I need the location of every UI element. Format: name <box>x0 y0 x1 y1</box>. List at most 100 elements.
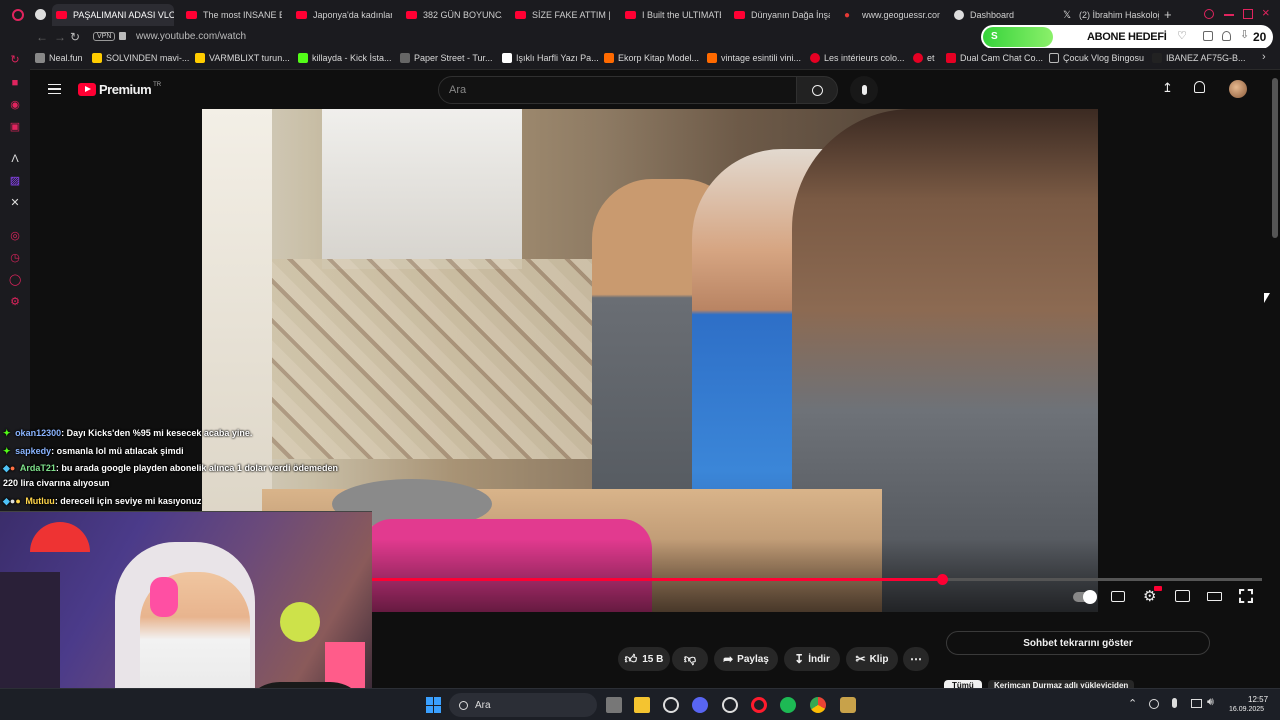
tab-7[interactable]: ● www.geoguessr.com <box>840 4 940 26</box>
tab-1[interactable]: The most INSANE B <box>182 4 282 26</box>
tab-search-right-icon[interactable] <box>1204 9 1214 19</box>
video-scrubber-handle[interactable] <box>936 574 948 585</box>
more-actions-button[interactable]: ⋯ <box>903 647 929 671</box>
task-view-icon[interactable] <box>606 697 622 713</box>
x-icon[interactable]: ✕ <box>9 197 21 209</box>
show-chat-replay-button[interactable]: Sohbet tekrarını göster <box>946 631 1210 655</box>
chat-icon[interactable]: ◯ <box>9 274 21 286</box>
kick-icon[interactable]: Λ <box>9 153 21 165</box>
tray-icon[interactable] <box>1149 699 1159 709</box>
clip-button[interactable]: ✂ Klip <box>846 647 898 671</box>
menu-icon[interactable] <box>48 84 61 94</box>
bookmark-0[interactable]: Neal.fun <box>35 53 83 63</box>
bookmark-1[interactable]: SOLVINDEN mavi-... <box>92 53 189 63</box>
volume-icon[interactable]: 🔊︎ <box>1207 696 1214 709</box>
bookmark-8[interactable]: Les intérieurs colo... <box>810 53 905 63</box>
youtube-header: Premium TR Ara ↥ <box>30 70 1272 108</box>
download-icon[interactable]: ⇩ <box>1240 28 1249 41</box>
forward-icon[interactable]: → <box>54 30 66 44</box>
windows-start-icon[interactable] <box>426 697 442 713</box>
clock-icon[interactable]: ◷ <box>9 252 21 264</box>
dislike-button[interactable]: 👎︎ <box>672 647 708 671</box>
miniplayer-icon[interactable] <box>1175 590 1190 602</box>
like-button[interactable]: 👍︎ 15 B <box>618 647 670 671</box>
fullscreen-icon[interactable] <box>1239 589 1253 603</box>
app-icon[interactable] <box>840 697 856 713</box>
file-explorer-icon[interactable] <box>634 697 650 713</box>
profile-icon[interactable] <box>1222 31 1231 41</box>
vpn-badge[interactable]: VPN <box>93 32 116 41</box>
obs-icon[interactable] <box>663 697 679 713</box>
tab-0[interactable]: PAŞALIMANI ADASI VLOG <box>52 4 174 26</box>
video-progress-bar[interactable] <box>372 574 1262 585</box>
bookmark-7[interactable]: vintage esintili vini... <box>707 53 801 63</box>
tab-6[interactable]: Dünyanın Dağa İnşa <box>730 4 830 26</box>
maximize-icon[interactable] <box>1243 9 1253 19</box>
messenger-icon[interactable]: ◉ <box>9 99 21 111</box>
bookmark-11[interactable]: Çocuk Vlog Bingosu <box>1049 53 1144 63</box>
chrome-icon[interactable] <box>810 697 826 713</box>
new-tab-icon[interactable]: + <box>1164 7 1172 22</box>
search-input[interactable]: Ara <box>438 76 798 104</box>
browser-logo-icon[interactable] <box>12 9 24 21</box>
chat-text: : bu arada google playden abonelik alınc… <box>55 463 338 473</box>
github-icon[interactable] <box>722 697 738 713</box>
opera-icon[interactable] <box>751 697 767 713</box>
theater-mode-icon[interactable] <box>1207 592 1222 601</box>
bookmark-2[interactable]: VARMBLIXT turun... <box>195 53 290 63</box>
bookmark-icon <box>502 53 512 63</box>
tab-3[interactable]: 382 GÜN BOYUNCA <box>402 4 502 26</box>
tab-4[interactable]: SİZE FAKE ATTIM | S <box>511 4 611 26</box>
bookmark-5[interactable]: Işıklı Harfli Yazı Pa... <box>502 53 599 63</box>
tab-5[interactable]: I Built the ULTIMATE <box>621 4 721 26</box>
bookmark-9[interactable]: et <box>913 53 935 63</box>
notifications-bell-icon[interactable] <box>1194 81 1205 93</box>
download-button[interactable]: ↧ İndir <box>784 647 840 671</box>
minimize-icon[interactable] <box>1224 14 1234 16</box>
tab-9[interactable]: 𝕏 (2) İbrahim Haskoloğ <box>1059 4 1159 26</box>
chat-badge-icon: ● <box>15 496 21 506</box>
bookmark-4[interactable]: Paper Street - Tur... <box>400 53 493 63</box>
spotify-icon[interactable] <box>780 697 796 713</box>
share-button[interactable]: ➦ Paylaş <box>714 647 778 671</box>
settings-icon[interactable]: ⚙ <box>9 296 21 308</box>
tab-8[interactable]: Dashboard <box>950 4 1050 26</box>
tray-chevron-icon[interactable]: ⌃ <box>1128 697 1137 710</box>
voice-search-button[interactable] <box>850 76 878 104</box>
extension-icon[interactable] <box>1203 31 1213 41</box>
history-icon[interactable]: ↻ <box>9 54 21 66</box>
subtitles-icon[interactable] <box>1111 591 1125 602</box>
bookmark-6[interactable]: Ekorp Kitap Model... <box>604 53 699 63</box>
page-scrollbar[interactable] <box>1272 78 1278 238</box>
url-field[interactable]: www.youtube.com/watch <box>136 31 246 42</box>
clock-date[interactable]: 16.09.2025 <box>1229 706 1264 713</box>
avatar[interactable] <box>1229 80 1247 98</box>
autoplay-toggle[interactable] <box>1073 590 1097 604</box>
bookmark-12[interactable]: IBANEZ AF75G-B... <box>1152 53 1246 63</box>
scissors-icon: ✂ <box>855 652 866 666</box>
twitch-icon[interactable]: ▨ <box>9 175 21 187</box>
upload-icon[interactable]: ↥ <box>1162 80 1173 96</box>
discord-icon[interactable] <box>692 697 708 713</box>
microphone-tray-icon[interactable] <box>1172 698 1177 708</box>
chat-message: ◆●● Mutluu: dereceli için seviye mi kası… <box>3 496 201 507</box>
tab-2[interactable]: Japonya'da kadınlar <box>292 4 392 26</box>
close-icon[interactable]: × <box>1262 5 1270 20</box>
taskbar-search[interactable]: Ara <box>449 693 597 717</box>
reload-icon[interactable]: ↻ <box>70 30 80 44</box>
back-icon[interactable]: ← <box>36 30 48 44</box>
bookmarks-more-icon[interactable]: › <box>1262 51 1266 63</box>
bookmark-3[interactable]: killayda - Kick İsta... <box>298 53 392 63</box>
heart-icon[interactable]: ♡ <box>1177 29 1187 42</box>
music-icon[interactable]: ◎ <box>9 230 21 242</box>
bookmark-icon <box>1152 53 1162 63</box>
bookmark-10[interactable]: Dual Cam Chat Co... <box>946 53 1043 63</box>
wallet-icon[interactable]: ■ <box>9 77 21 89</box>
clock-time[interactable]: 12:57 <box>1248 695 1268 704</box>
youtube-logo[interactable]: Premium TR <box>78 82 161 97</box>
search-button[interactable] <box>796 76 838 104</box>
tab-search-icon[interactable] <box>35 9 46 20</box>
video-icon[interactable]: ▣ <box>9 121 21 133</box>
network-icon[interactable] <box>1191 699 1202 708</box>
youtube-icon <box>406 11 417 19</box>
